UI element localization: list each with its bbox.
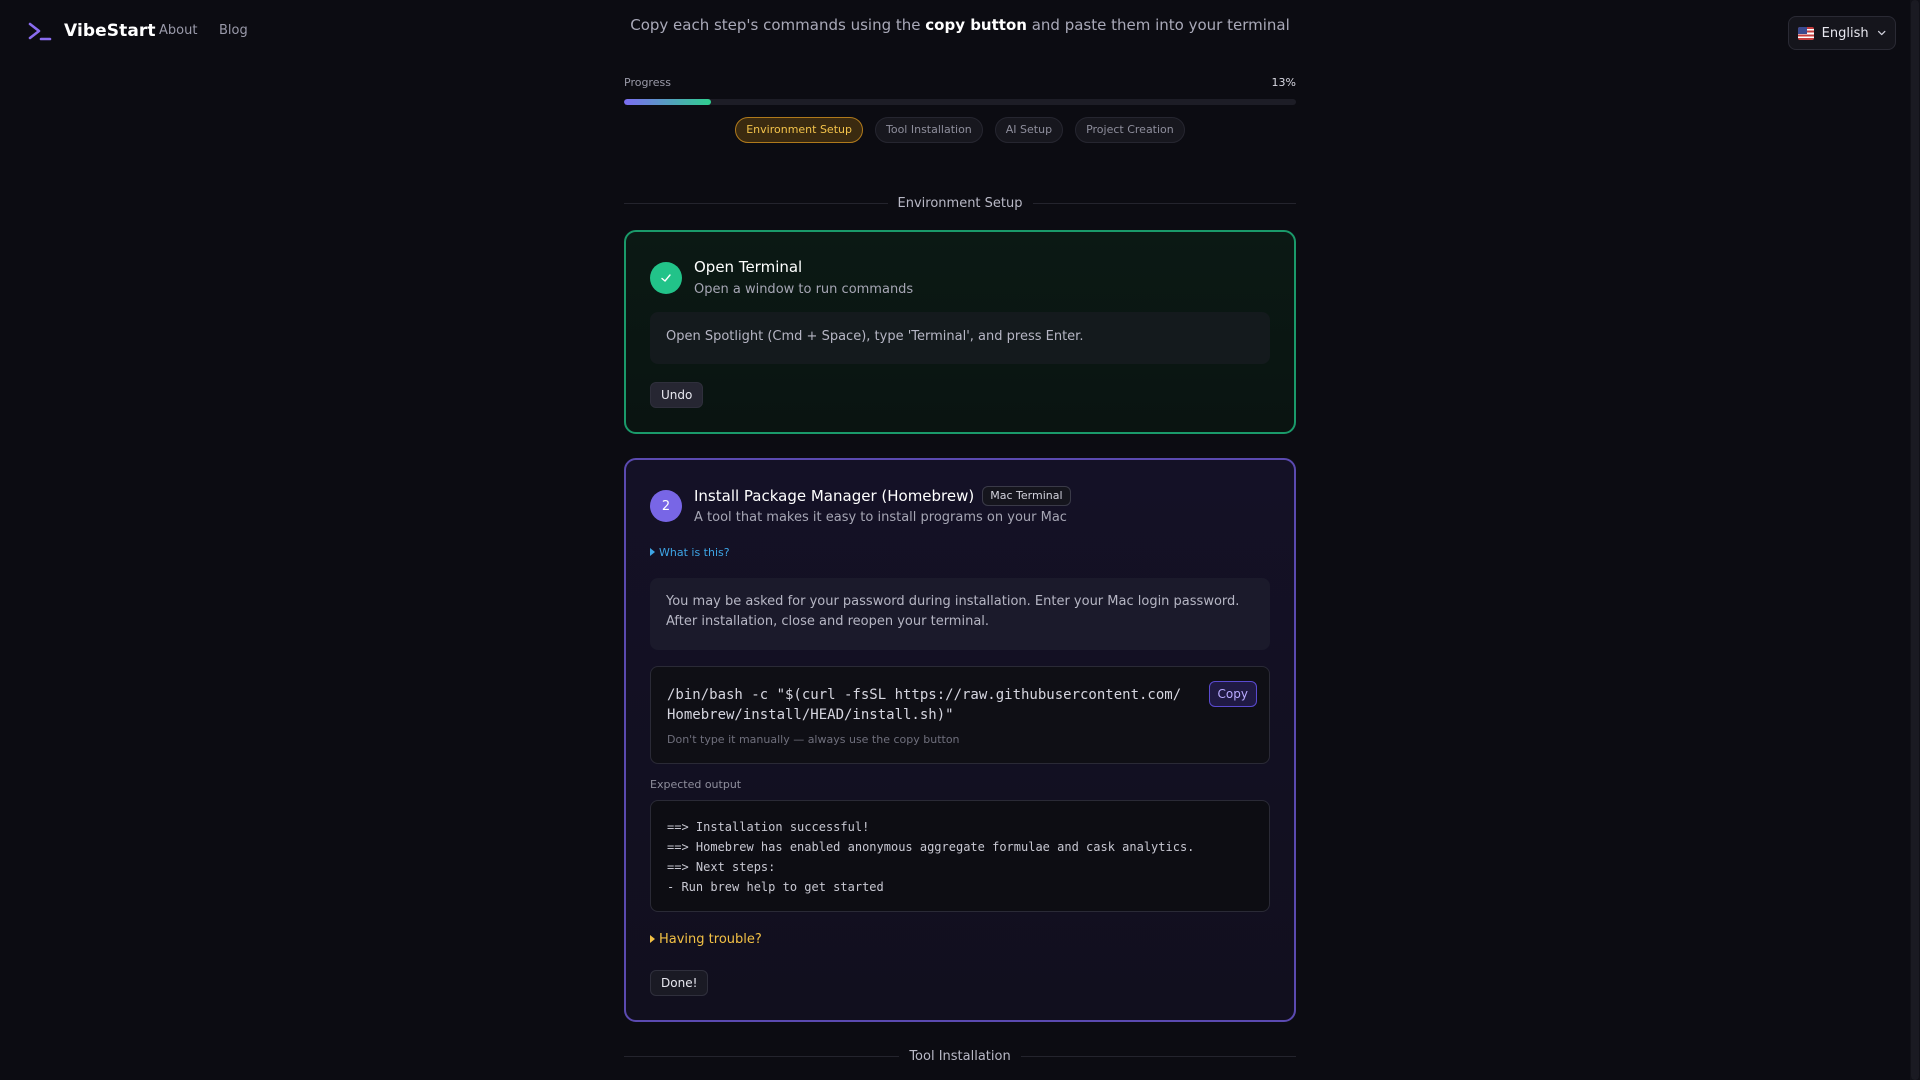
us-flag-icon: [1798, 26, 1814, 40]
section-title: Environment Setup: [897, 195, 1023, 211]
step-card-install-homebrew: 2 Install Package Manager (Homebrew) Mac …: [624, 458, 1296, 1022]
output-line: ==> Next steps:: [667, 860, 776, 874]
check-icon: [650, 262, 682, 294]
having-trouble-toggle[interactable]: Having trouble?: [650, 932, 762, 947]
step-title: Install Package Manager (Homebrew): [694, 487, 975, 505]
scrollbar-thumb[interactable]: [1911, 0, 1919, 1080]
step-description: A tool that makes it easy to install pro…: [694, 510, 1067, 525]
chevron-down-icon: [1877, 30, 1886, 36]
caret-right-icon: [650, 548, 655, 556]
platform-badge: Mac Terminal: [982, 486, 1071, 506]
progress-label: Progress: [624, 76, 671, 89]
command-box: /bin/bash -c "$(curl -fsSL https://raw.g…: [650, 666, 1270, 764]
section-divider-environment: Environment Setup: [624, 193, 1297, 213]
command-hint: Don't type it manually — always use the …: [667, 733, 960, 746]
divider-line: [1032, 202, 1297, 204]
phase-tab-ai-setup[interactable]: AI Setup: [994, 117, 1064, 143]
phase-tab-tool-installation[interactable]: Tool Installation: [874, 117, 983, 143]
command-text[interactable]: /bin/bash -c "$(curl -fsSL https://raw.g…: [667, 685, 1187, 725]
step-instruction: Open Spotlight (Cmd + Space), type 'Term…: [650, 312, 1270, 364]
having-trouble-label: Having trouble?: [659, 932, 762, 947]
divider-line: [624, 1055, 900, 1057]
phase-tab-environment-setup[interactable]: Environment Setup: [735, 117, 863, 143]
what-is-this-toggle[interactable]: What is this?: [650, 546, 730, 559]
language-label: English: [1821, 25, 1869, 41]
caret-right-icon: [650, 935, 655, 943]
expected-output-box: ==> Installation successful! ==> Homebre…: [650, 800, 1270, 912]
copy-button[interactable]: Copy: [1208, 681, 1257, 707]
output-line: ==> Homebrew has enabled anonymous aggre…: [667, 840, 1195, 854]
step-title: Open Terminal: [694, 258, 803, 276]
divider-line: [1020, 1055, 1297, 1057]
progress-percent: 13%: [1271, 76, 1296, 89]
undo-button[interactable]: Undo: [650, 382, 704, 408]
language-selector[interactable]: English: [1788, 16, 1896, 50]
output-line: ==> Installation successful!: [667, 820, 870, 834]
subtitle-text-start: Copy each step's commands using the: [630, 16, 926, 34]
output-line: - Run brew help to get started: [667, 880, 884, 894]
step-note: You may be asked for your password durin…: [650, 578, 1270, 650]
step-description: Open a window to run commands: [694, 282, 914, 297]
page-scrollbar[interactable]: [1910, 0, 1920, 1080]
progress-fill: [624, 99, 712, 105]
divider-line: [624, 202, 888, 204]
step-title-row: Install Package Manager (Homebrew) Mac Te…: [694, 486, 1071, 506]
top-header: VibeStart About Blog Copy each step's co…: [0, 0, 1920, 64]
subtitle-text-bold: copy button: [925, 16, 1027, 34]
step-number: 2: [650, 490, 682, 522]
phase-tabs: Environment Setup Tool Installation AI S…: [0, 117, 1920, 143]
section-title: Tool Installation: [909, 1048, 1011, 1064]
subtitle-text-end: and paste them into your terminal: [1026, 16, 1290, 34]
page-subtitle: Copy each step's commands using the copy…: [0, 16, 1920, 34]
phase-tab-project-creation[interactable]: Project Creation: [1075, 117, 1185, 143]
step-card-open-terminal: Open Terminal Open a window to run comma…: [624, 230, 1296, 434]
what-is-this-label: What is this?: [659, 546, 730, 559]
progress-bar: [624, 99, 1296, 105]
section-divider-tools: Tool Installation: [624, 1046, 1297, 1066]
expected-output-label: Expected output: [650, 778, 742, 791]
done-button[interactable]: Done!: [650, 970, 709, 996]
